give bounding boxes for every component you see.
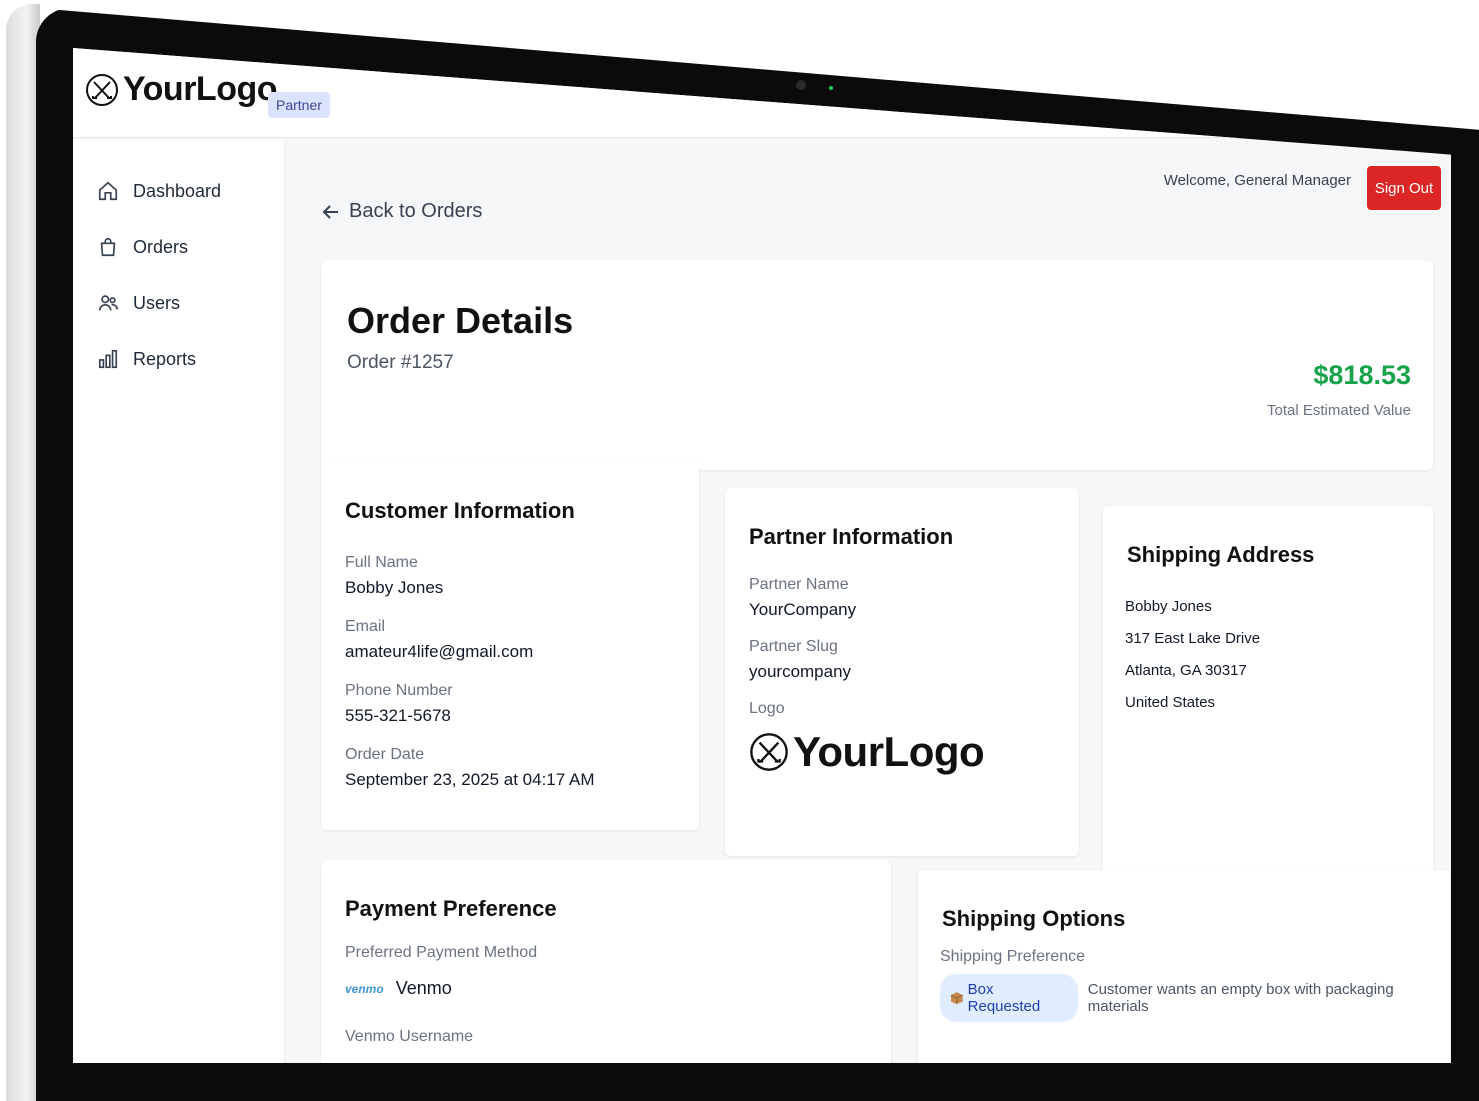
role-badge: Partner — [268, 92, 330, 118]
status-badge-label: Box Requested — [967, 981, 1041, 1015]
webcam — [796, 80, 806, 90]
arrow-left-icon — [322, 204, 338, 219]
shipping-options-card: Shipping Options Shipping Preference Box… — [918, 870, 1450, 1063]
address-line: 317 East Lake Drive — [1125, 630, 1261, 647]
venmo-logo-icon: venmo — [345, 981, 384, 996]
webcam-led — [829, 86, 833, 90]
venmo-username-label: Venmo Username — [345, 1028, 474, 1045]
shopping-bag-icon — [100, 237, 116, 257]
address-line: United States — [1125, 694, 1216, 711]
email-value[interactable]: amateur4life@gmail.com — [345, 642, 533, 662]
card-title: Payment Preference — [345, 896, 557, 921]
logo-label: Logo — [749, 700, 785, 717]
bar-chart-icon — [98, 349, 118, 369]
brand-logo-text: YourLogo — [123, 70, 278, 108]
card-title: Partner Information — [749, 524, 954, 549]
sign-out-button[interactable]: Sign Out — [1367, 166, 1441, 210]
email-label: Email — [345, 618, 386, 635]
sidebar-item-users[interactable]: Users — [97, 292, 180, 314]
sidebar-item-dashboard[interactable]: Dashboard — [97, 180, 221, 202]
golf-clubs-logo-icon — [750, 733, 788, 771]
phone-label: Phone Number — [345, 682, 453, 699]
full-name-label: Full Name — [345, 554, 418, 571]
package-icon — [950, 992, 963, 1004]
sidebar: Dashboard Orders Users Reports — [73, 140, 285, 1063]
partner-logo-text: YourLogo — [793, 728, 985, 775]
customer-information-card: Customer Information Full Name Bobby Jon… — [321, 462, 699, 830]
payment-method-label: Preferred Payment Method — [345, 944, 538, 961]
monitor-frame-edge — [6, 4, 40, 1101]
sidebar-item-label: Orders — [133, 236, 189, 257]
brand-logo[interactable]: YourLogo — [85, 70, 278, 109]
partner-logo: YourLogo — [749, 728, 985, 776]
address-line: Atlanta, GA 30317 — [1125, 662, 1247, 679]
sidebar-item-label: Reports — [133, 348, 197, 369]
partner-information-card: Partner Information Partner Name YourCom… — [725, 488, 1079, 856]
partner-slug-value: yourcompany — [749, 662, 852, 681]
sidebar-item-reports[interactable]: Reports — [97, 348, 196, 370]
payment-preference-card: Payment Preference Preferred Payment Met… — [321, 860, 891, 1063]
back-link-label: Back to Orders — [349, 200, 483, 222]
shipping-preference-label: Shipping Preference — [940, 948, 1085, 965]
order-date-value: September 23, 2025 at 04:17 AM — [345, 770, 595, 789]
partner-name-label: Partner Name — [749, 576, 849, 593]
back-to-orders-link[interactable]: Back to Orders — [321, 200, 482, 223]
card-title: Shipping Address — [1127, 542, 1315, 567]
payment-method-value: Venmo — [395, 978, 452, 998]
sidebar-item-orders[interactable]: Orders — [97, 236, 188, 258]
order-summary-card: Order Details Order #1257 $818.53 Total … — [321, 260, 1433, 470]
users-icon — [98, 295, 118, 311]
phone-value: 555-321-5678 — [345, 706, 451, 725]
address-line: Bobby Jones — [1125, 598, 1212, 615]
payment-method: venmo Venmo — [345, 978, 452, 999]
shipping-address-card: Shipping Address Bobby Jones 317 East La… — [1103, 506, 1433, 874]
home-icon — [98, 181, 118, 201]
welcome-message: Welcome, General Manager — [1163, 172, 1351, 189]
order-number: Order #1257 — [347, 352, 454, 373]
status-badge: Box Requested — [940, 974, 1078, 1022]
order-total-value: $818.53 — [1313, 360, 1411, 390]
page-title: Order Details — [347, 300, 574, 341]
card-title: Customer Information — [345, 498, 575, 523]
order-total-label: Total Estimated Value — [1267, 402, 1411, 419]
golf-clubs-logo-icon — [86, 73, 118, 106]
partner-name-value: YourCompany — [749, 600, 857, 619]
app-screen: YourLogo Partner Dashboard Orders Users … — [73, 48, 1451, 1063]
shipping-preference: Box Requested Customer wants an empty bo… — [940, 974, 1450, 1022]
sidebar-item-label: Dashboard — [133, 180, 222, 201]
card-title: Shipping Options — [942, 906, 1126, 931]
partner-slug-label: Partner Slug — [749, 638, 838, 655]
sidebar-item-label: Users — [133, 292, 181, 313]
order-date-label: Order Date — [345, 746, 425, 763]
shipping-preference-description: Customer wants an empty box with packagi… — [1087, 981, 1394, 1015]
full-name-value: Bobby Jones — [345, 578, 444, 597]
